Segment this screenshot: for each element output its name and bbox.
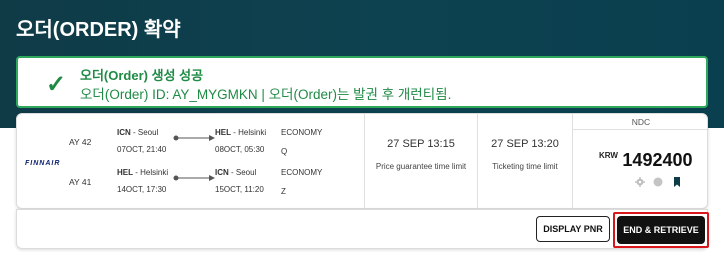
departure-city: Helsinki — [140, 168, 169, 177]
toast-title: 오더(Order) 생성 성공 — [80, 68, 204, 83]
page-title: 오더(ORDER) 확약 — [16, 19, 181, 41]
arrival-code: HEL — [215, 128, 231, 137]
price-panel: NDC KRW 1492400 — [573, 114, 709, 208]
display-pnr-button[interactable]: DISPLAY PNR — [536, 216, 610, 242]
flight-leg-return: AY 41 HEL - Helsinki 14OCT, 17:30 ICN - … — [17, 168, 367, 208]
arrival-city: Seoul — [235, 168, 257, 177]
arrival: ICN - Seoul 15OCT, 11:20 — [215, 168, 287, 194]
offer-card: FINNAIR AY 42 ICN - Seoul 07OCT, 21:40 H… — [16, 113, 709, 209]
gear-icon[interactable] — [635, 176, 645, 187]
info-icon[interactable] — [653, 177, 663, 187]
departure-city: Seoul — [137, 128, 159, 137]
divider — [364, 114, 365, 208]
end-retrieve-button[interactable]: END & RETRIEVE — [617, 216, 705, 244]
departure-code: ICN — [117, 128, 131, 137]
offer-icons — [635, 173, 686, 187]
toast-message: 오더(Order) ID: AY_MYGMKN | 오더(Order)는 발권 … — [80, 87, 452, 102]
departure-code: HEL — [117, 168, 133, 177]
price-guarantee-label: Price guarantee time limit — [375, 162, 467, 171]
ndc-label: NDC — [573, 114, 709, 130]
price-amount: 1492400 — [622, 150, 693, 170]
departure: ICN - Seoul 07OCT, 21:40 — [117, 128, 177, 154]
cabin-class: ECONOMY — [281, 128, 323, 137]
flight-number: AY 41 — [69, 177, 92, 187]
departure: HEL - Helsinki 14OCT, 17:30 — [117, 168, 177, 194]
flight-number: AY 42 — [69, 137, 92, 147]
arrival: HEL - Helsinki 08OCT, 05:30 — [215, 128, 287, 154]
currency: KRW — [599, 151, 618, 160]
arrival-time: 15OCT, 11:20 — [215, 185, 264, 194]
arrival-code: ICN — [215, 168, 229, 177]
price-guarantee-column: 27 SEP 13:15 Price guarantee time limit — [369, 114, 473, 208]
ticketing-label: Ticketing time limit — [492, 162, 558, 171]
action-bar: DISPLAY PNR END & RETRIEVE — [16, 209, 709, 249]
check-icon: ✓ — [46, 71, 67, 98]
ticketing-column: 27 SEP 13:20 Ticketing time limit — [478, 114, 572, 208]
arrival-time: 08OCT, 05:30 — [215, 145, 265, 154]
bookmark-icon[interactable] — [672, 176, 682, 187]
total-price: KRW 1492400 — [599, 150, 693, 171]
success-toast: ✓ 오더(Order) 생성 성공 오더(Order) ID: AY_MYGMK… — [16, 56, 708, 108]
arrival-city: Helsinki — [238, 128, 267, 137]
booking-class: Z — [281, 187, 286, 196]
departure-time: 07OCT, 21:40 — [117, 145, 167, 154]
flight-leg-outbound: AY 42 ICN - Seoul 07OCT, 21:40 HEL - Hel… — [17, 128, 367, 168]
price-guarantee-time: 27 SEP 13:15 — [387, 138, 455, 150]
cabin-class: ECONOMY — [281, 168, 323, 177]
booking-class: Q — [281, 147, 288, 156]
route-arrow-icon — [173, 135, 215, 141]
ticketing-time: 27 SEP 13:20 — [491, 138, 559, 150]
departure-time: 14OCT, 17:30 — [117, 185, 167, 194]
route-arrow-icon — [173, 175, 215, 181]
